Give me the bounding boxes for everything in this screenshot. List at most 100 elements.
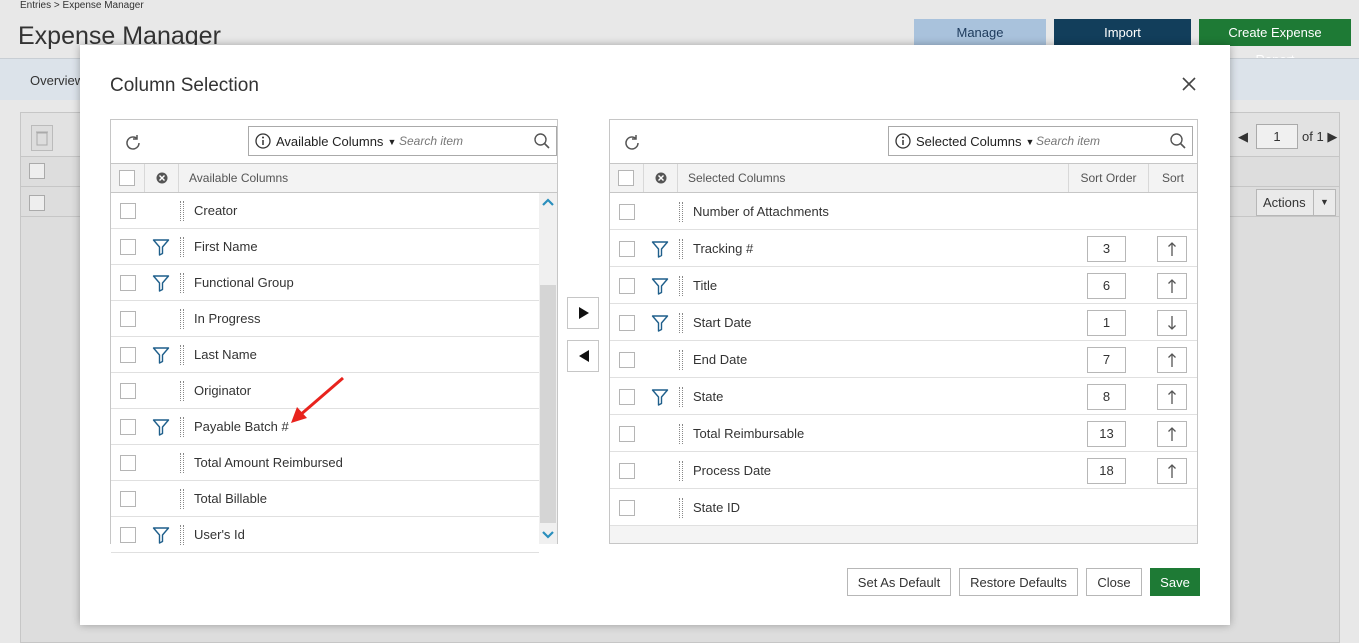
sort-order-input[interactable]: 1	[1087, 309, 1126, 336]
list-item[interactable]: State ID	[610, 489, 1197, 526]
scroll-thumb[interactable]	[540, 285, 556, 523]
tab-overview[interactable]: Overview	[30, 73, 84, 88]
drag-handle-icon[interactable]	[679, 460, 683, 481]
clear-filter-icon[interactable]	[156, 172, 168, 184]
row-checkbox[interactable]	[120, 419, 136, 435]
sort-order-input[interactable]: 7	[1087, 346, 1126, 373]
filter-icon[interactable]	[651, 314, 669, 332]
filter-icon[interactable]	[651, 388, 669, 406]
manage-exceptions-button[interactable]: Manage Exceptions	[914, 19, 1046, 67]
close-icon[interactable]	[1180, 75, 1198, 93]
row-checkbox[interactable]	[120, 491, 136, 507]
sort-ascending-button[interactable]	[1157, 272, 1187, 299]
list-item[interactable]: First Name	[111, 229, 539, 265]
row-checkbox[interactable]	[120, 383, 136, 399]
drag-handle-icon[interactable]	[679, 349, 683, 370]
next-page-icon[interactable]: ▶	[1327, 129, 1337, 144]
filter-icon[interactable]	[152, 526, 170, 544]
list-item[interactable]: Creator	[111, 193, 539, 229]
list-item[interactable]: Last Name	[111, 337, 539, 373]
list-item[interactable]: In Progress	[111, 301, 539, 337]
refresh-icon[interactable]	[622, 133, 642, 153]
sort-ascending-button[interactable]	[1157, 457, 1187, 484]
clear-filter-icon[interactable]	[655, 172, 667, 184]
list-item[interactable]: Number of Attachments	[610, 193, 1197, 230]
list-item[interactable]: Total Billable	[111, 481, 539, 517]
row-checkbox[interactable]	[120, 239, 136, 255]
available-select-all-checkbox[interactable]	[119, 170, 135, 186]
move-right-button[interactable]	[567, 297, 599, 329]
row-checkbox[interactable]	[120, 275, 136, 291]
save-button[interactable]: Save	[1150, 568, 1200, 596]
close-button[interactable]: Close	[1086, 568, 1142, 596]
drag-handle-icon[interactable]	[180, 201, 184, 221]
sort-order-input[interactable]: 18	[1087, 457, 1126, 484]
sort-order-input[interactable]: 8	[1087, 383, 1126, 410]
grid-select-all-checkbox[interactable]	[29, 163, 45, 179]
drag-handle-icon[interactable]	[180, 381, 184, 401]
sort-order-input[interactable]: 3	[1087, 235, 1126, 262]
scroll-up-icon[interactable]	[540, 195, 556, 209]
drag-handle-icon[interactable]	[679, 497, 683, 518]
list-item[interactable]: Process Date 18	[610, 452, 1197, 489]
row-checkbox[interactable]	[619, 277, 635, 294]
row-checkbox[interactable]	[120, 527, 136, 543]
list-item[interactable]: User's Id	[111, 517, 539, 553]
drag-handle-icon[interactable]	[679, 238, 683, 259]
list-item[interactable]: Start Date 1	[610, 304, 1197, 341]
row-checkbox[interactable]	[120, 455, 136, 471]
drag-handle-icon[interactable]	[180, 525, 184, 545]
drag-handle-icon[interactable]	[679, 201, 683, 222]
list-item[interactable]: State 8	[610, 378, 1197, 415]
row-checkbox[interactable]	[619, 314, 635, 331]
row-checkbox[interactable]	[120, 347, 136, 363]
drag-handle-icon[interactable]	[180, 417, 184, 437]
drag-handle-icon[interactable]	[679, 386, 683, 407]
drag-handle-icon[interactable]	[180, 273, 184, 293]
row-checkbox[interactable]	[619, 240, 635, 257]
search-icon[interactable]	[533, 132, 551, 150]
drag-handle-icon[interactable]	[180, 453, 184, 473]
sort-ascending-button[interactable]	[1157, 346, 1187, 373]
selected-select-all-checkbox[interactable]	[618, 170, 634, 186]
drag-handle-icon[interactable]	[679, 423, 683, 444]
grid-row-checkbox[interactable]	[29, 195, 45, 211]
sort-order-input[interactable]: 6	[1087, 272, 1126, 299]
search-icon[interactable]	[1169, 132, 1187, 150]
drag-handle-icon[interactable]	[180, 309, 184, 329]
drag-handle-icon[interactable]	[180, 345, 184, 365]
row-checkbox[interactable]	[120, 203, 136, 219]
move-left-button[interactable]	[567, 340, 599, 372]
filter-icon[interactable]	[152, 274, 170, 292]
available-search-input[interactable]	[399, 131, 529, 151]
selected-columns-dropdown[interactable]: Selected Columns ▼	[916, 134, 1034, 149]
filter-icon[interactable]	[152, 238, 170, 256]
sort-order-input[interactable]: 13	[1087, 420, 1126, 447]
list-item[interactable]: Total Reimbursable 13	[610, 415, 1197, 452]
sort-ascending-button[interactable]	[1157, 420, 1187, 447]
page-number-input[interactable]: 1	[1256, 124, 1298, 149]
drag-handle-icon[interactable]	[180, 489, 184, 509]
filter-icon[interactable]	[651, 277, 669, 295]
set-as-default-button[interactable]: Set As Default	[847, 568, 951, 596]
refresh-icon[interactable]	[123, 133, 143, 153]
list-item[interactable]: Tracking # 3	[610, 230, 1197, 267]
row-checkbox[interactable]	[120, 311, 136, 327]
selected-search-input[interactable]	[1036, 131, 1166, 151]
chevron-down-icon[interactable]: ▼	[1313, 190, 1335, 215]
row-checkbox[interactable]	[619, 462, 635, 479]
available-columns-dropdown[interactable]: Available Columns ▼	[276, 134, 396, 149]
scroll-down-icon[interactable]	[540, 528, 556, 542]
filter-icon[interactable]	[152, 346, 170, 364]
row-checkbox[interactable]	[619, 203, 635, 220]
row-checkbox[interactable]	[619, 425, 635, 442]
create-expense-report-button[interactable]: Create Expense Report	[1199, 19, 1351, 67]
drag-handle-icon[interactable]	[180, 237, 184, 257]
sort-descending-button[interactable]	[1157, 309, 1187, 336]
row-checkbox[interactable]	[619, 388, 635, 405]
restore-defaults-button[interactable]: Restore Defaults	[959, 568, 1078, 596]
prev-page-icon[interactable]: ◀	[1238, 129, 1248, 144]
sort-ascending-button[interactable]	[1157, 383, 1187, 410]
drag-handle-icon[interactable]	[679, 312, 683, 333]
row-checkbox[interactable]	[619, 351, 635, 368]
